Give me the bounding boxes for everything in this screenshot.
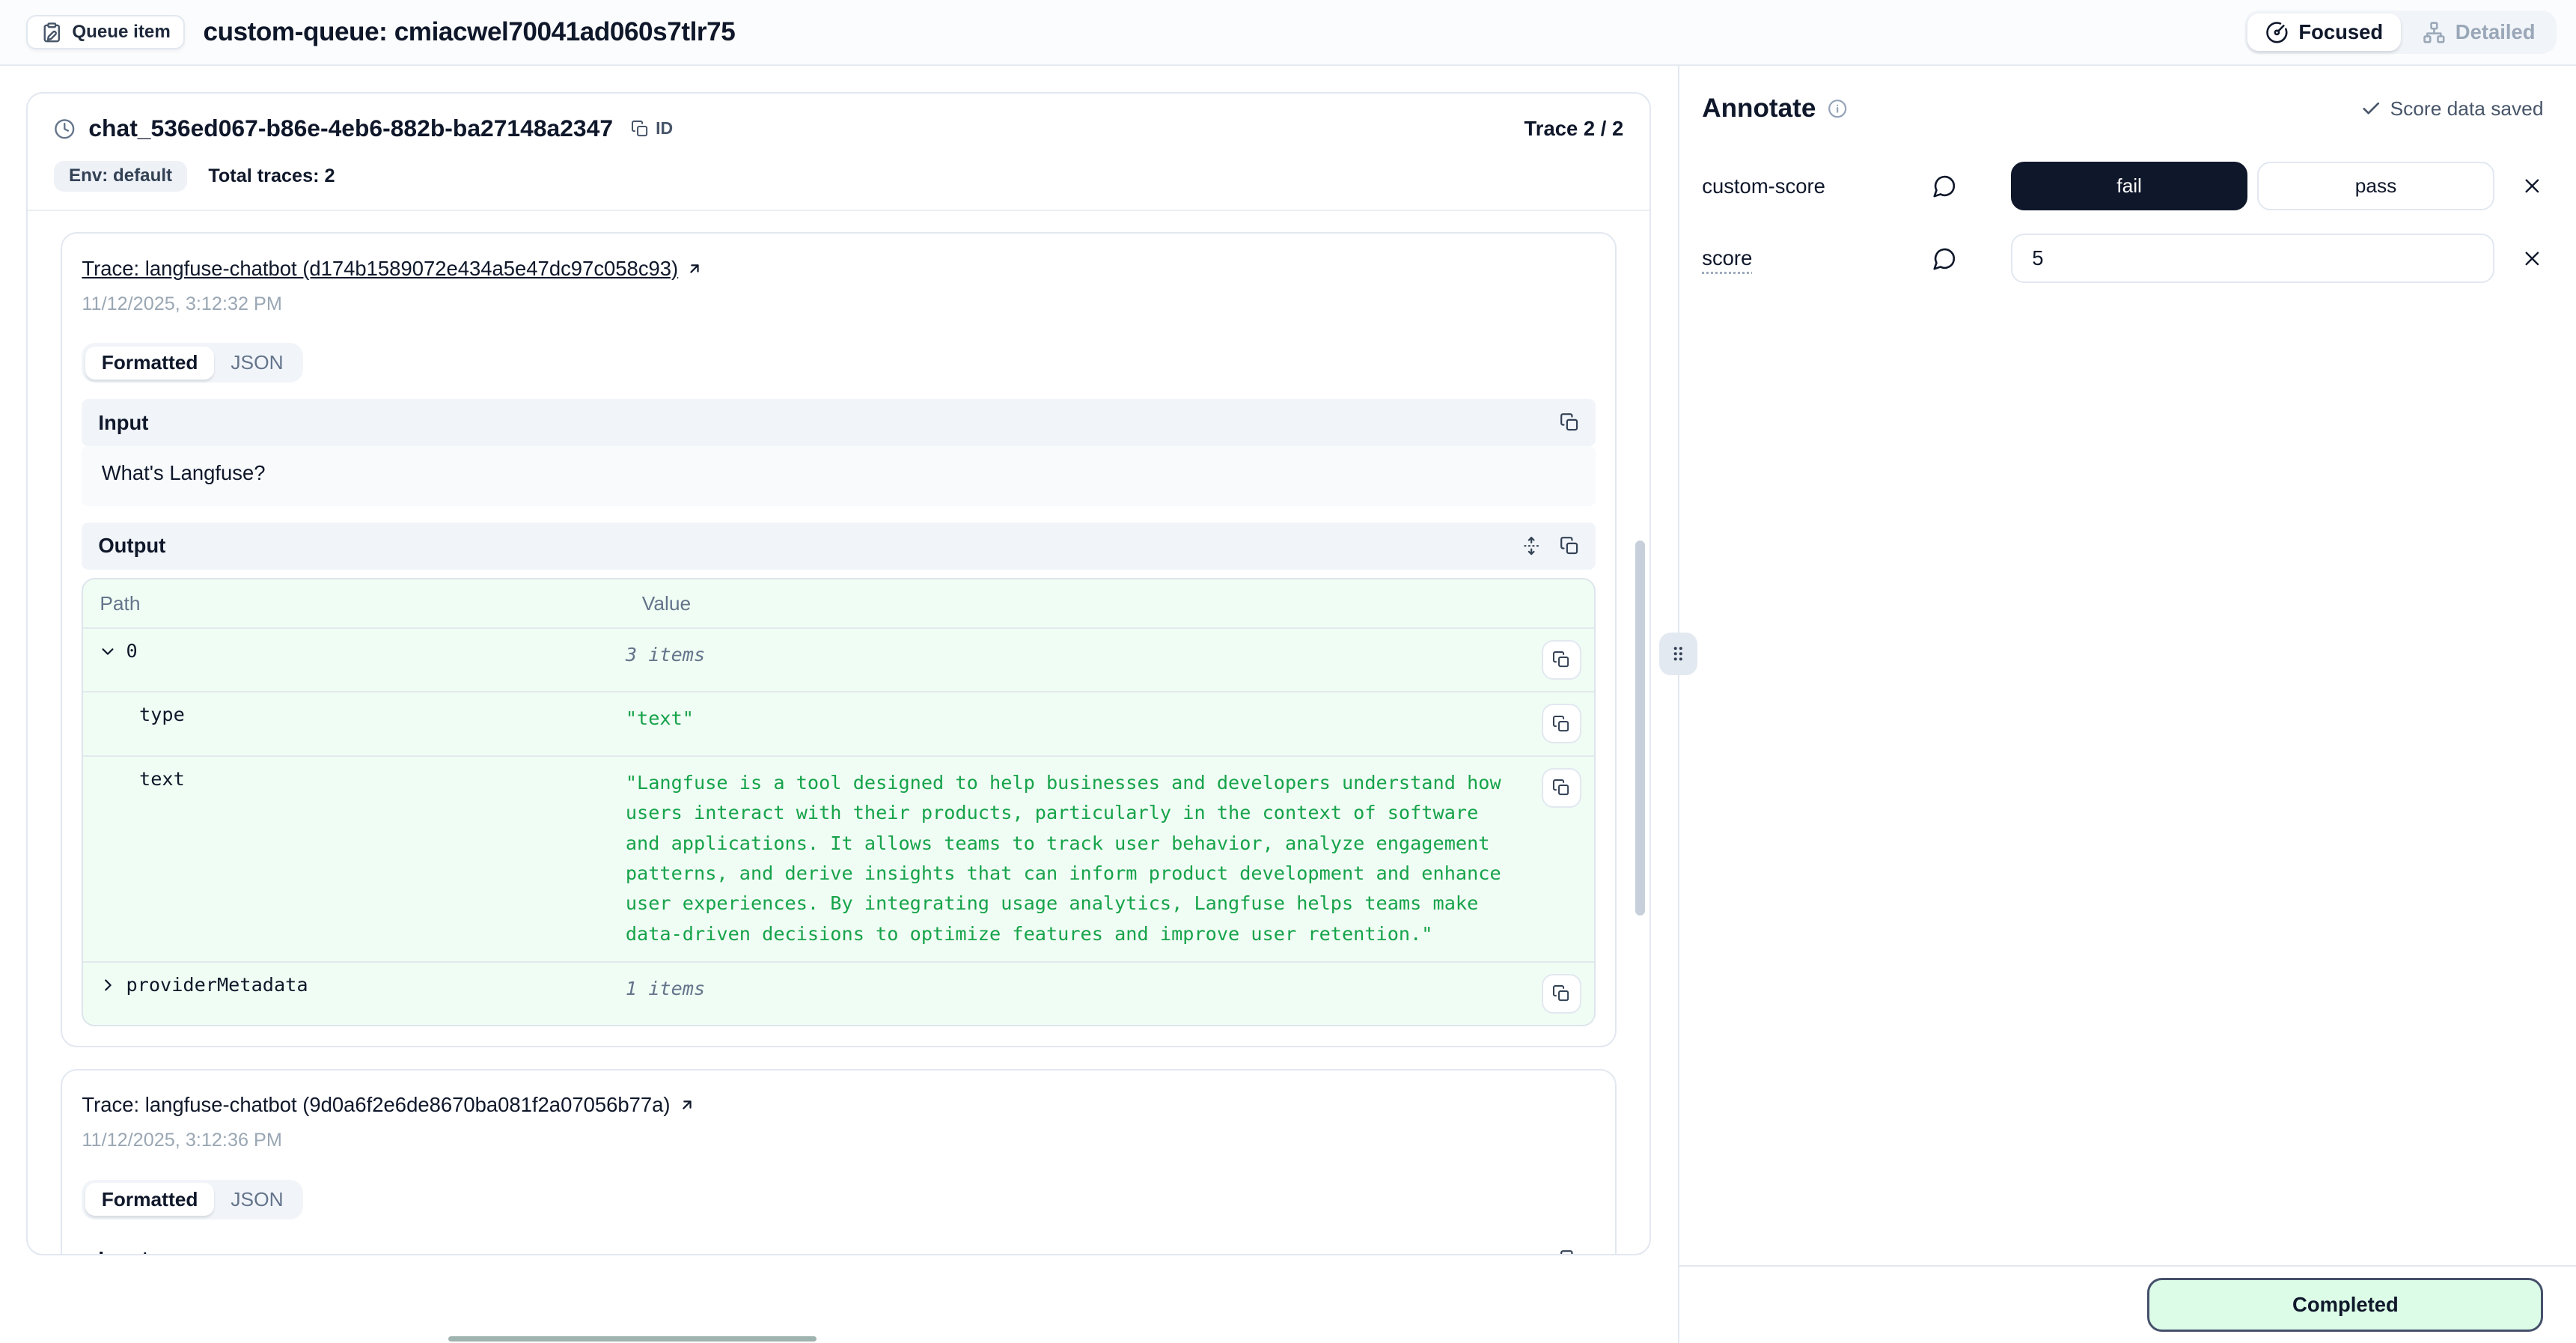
detailed-view-label: Detailed (2456, 20, 2536, 44)
panel-resize-handle[interactable] (1659, 633, 1697, 675)
json-path-cell: type (83, 704, 625, 743)
chevron-right-icon[interactable] (100, 977, 116, 993)
trace-card: Trace: langfuse-chatbot (9d0a6f2e6de8670… (61, 1069, 1617, 1254)
completed-button[interactable]: Completed (2147, 1278, 2543, 1332)
json-path-cell: 0 (83, 640, 625, 680)
json-key: text (139, 768, 185, 790)
score-row-custom-score: custom-score fail pass (1702, 162, 2543, 211)
remove-score-button[interactable] (2521, 247, 2544, 270)
json-value: 1 items (626, 974, 1528, 1014)
trace-scroll-area[interactable]: Trace: langfuse-chatbot (d174b1589072e43… (28, 211, 1649, 1254)
score-name-label: custom-score (1702, 174, 1932, 198)
horizontal-scrollbar-thumb[interactable] (448, 1336, 817, 1342)
queue-item-header: chat_536ed067-b86e-4eb6-882b-ba27148a234… (28, 94, 1649, 211)
circle-gauge-icon (2265, 21, 2289, 44)
tab-json[interactable]: JSON (214, 1183, 299, 1216)
input-header: Input (82, 1236, 1596, 1255)
input-value: What's Langfuse? (82, 446, 1596, 506)
detailed-view-button[interactable]: Detailed (2405, 13, 2554, 51)
top-bar: Queue item custom-queue: cmiacwel70041ad… (0, 0, 2576, 66)
copy-row-button[interactable] (1542, 974, 1581, 1014)
output-json-table: Path Value 0 3 items type "text" text "Langfu… (82, 578, 1596, 1026)
copy-row-button[interactable] (1542, 640, 1581, 680)
format-tabs: Formatted JSON (82, 1180, 303, 1219)
trace-timestamp: 11/12/2025, 3:12:32 PM (82, 293, 1596, 315)
check-icon (2360, 98, 2382, 120)
queue-item-card: chat_536ed067-b86e-4eb6-882b-ba27148a234… (26, 92, 1651, 1255)
queue-item-badge-label: Queue item (72, 22, 170, 43)
vertical-scrollbar-thumb[interactable] (1635, 540, 1645, 916)
copy-input-button[interactable] (1560, 1249, 1579, 1255)
external-link-icon (679, 1097, 695, 1113)
option-pass-button[interactable]: pass (2257, 162, 2494, 211)
json-table-row: text "Langfuse is a tool designed to help… (83, 755, 1594, 961)
annotate-title: Annotate (1702, 94, 1847, 124)
expand-output-button[interactable] (1522, 536, 1541, 555)
json-key: providerMetadata (126, 974, 308, 996)
input-header: Input (82, 399, 1596, 446)
trace-link-label: Trace: langfuse-chatbot (9d0a6f2e6de8670… (82, 1093, 670, 1117)
json-table-row: 0 3 items (83, 627, 1594, 691)
external-link-icon (686, 261, 703, 277)
score-row-score: score (1702, 234, 2543, 283)
clock-icon (54, 118, 76, 140)
comment-icon[interactable] (1932, 174, 1957, 198)
clipboard-pen-icon (41, 22, 63, 43)
input-label: Input (98, 411, 148, 435)
json-path-cell: providerMetadata (83, 974, 625, 1014)
trace-link[interactable]: Trace: langfuse-chatbot (d174b1589072e43… (82, 257, 703, 281)
tab-json[interactable]: JSON (214, 347, 299, 380)
json-table-header: Path Value (83, 579, 1594, 627)
json-key: type (139, 704, 185, 725)
item-title: chat_536ed067-b86e-4eb6-882b-ba27148a234… (88, 115, 613, 142)
score-value-input[interactable] (2011, 234, 2494, 283)
info-icon[interactable] (1828, 99, 1847, 118)
json-value: "text" (626, 704, 1528, 743)
copy-row-button[interactable] (1542, 768, 1581, 808)
annotate-panel: Annotate Score data saved custom-score (1678, 66, 2576, 1343)
format-tabs: Formatted JSON (82, 343, 303, 383)
copy-input-button[interactable] (1560, 412, 1579, 432)
score-name-label: score (1702, 246, 1932, 270)
trace-link-label: Trace: langfuse-chatbot (d174b1589072e43… (82, 257, 678, 281)
chevron-down-icon[interactable] (100, 643, 116, 660)
view-toggle: Focused Detailed (2244, 10, 2557, 54)
env-badge: Env: default (54, 161, 187, 192)
focused-view-label: Focused (2298, 20, 2383, 44)
save-status: Score data saved (2360, 97, 2543, 121)
remove-score-button[interactable] (2521, 174, 2544, 198)
json-key: 0 (126, 640, 137, 662)
trace-counter: Trace 2 / 2 (1524, 117, 1624, 141)
trace-card: Trace: langfuse-chatbot (d174b1589072e43… (61, 232, 1617, 1047)
queue-item-badge: Queue item (26, 15, 185, 49)
copy-id-button[interactable]: ID (631, 118, 673, 138)
json-value: "Langfuse is a tool designed to help bus… (626, 768, 1528, 949)
page-title: custom-queue: cmiacwel70041ad060s7tlr75 (203, 17, 735, 47)
tab-formatted[interactable]: Formatted (85, 347, 215, 380)
queue-item-page: Queue item custom-queue: cmiacwel70041ad… (0, 0, 2576, 1343)
comment-icon[interactable] (1932, 246, 1957, 271)
input-label: Input (98, 1247, 148, 1254)
value-column-header: Value (626, 592, 1528, 615)
output-header: Output (82, 523, 1596, 570)
focused-view-button[interactable]: Focused (2247, 13, 2401, 51)
copy-output-button[interactable] (1560, 536, 1579, 555)
annotate-footer: Completed (1679, 1265, 2576, 1342)
copy-row-button[interactable] (1542, 704, 1581, 743)
network-icon (2423, 21, 2446, 44)
json-path-cell: text (83, 768, 625, 949)
trace-timestamp: 11/12/2025, 3:12:36 PM (82, 1130, 1596, 1151)
path-column-header: Path (83, 592, 625, 615)
json-table-row: type "text" (83, 691, 1594, 755)
categorical-options: fail pass (2011, 162, 2494, 211)
total-traces: Total traces: 2 (208, 165, 335, 187)
option-fail-button[interactable]: fail (2011, 162, 2247, 211)
id-label: ID (656, 118, 673, 138)
json-value: 3 items (626, 640, 1528, 680)
tab-formatted[interactable]: Formatted (85, 1183, 215, 1216)
json-table-row: providerMetadata 1 items (83, 961, 1594, 1025)
output-label: Output (98, 534, 165, 558)
trace-panel: chat_536ed067-b86e-4eb6-882b-ba27148a234… (0, 66, 1678, 1343)
trace-link[interactable]: Trace: langfuse-chatbot (9d0a6f2e6de8670… (82, 1093, 695, 1117)
